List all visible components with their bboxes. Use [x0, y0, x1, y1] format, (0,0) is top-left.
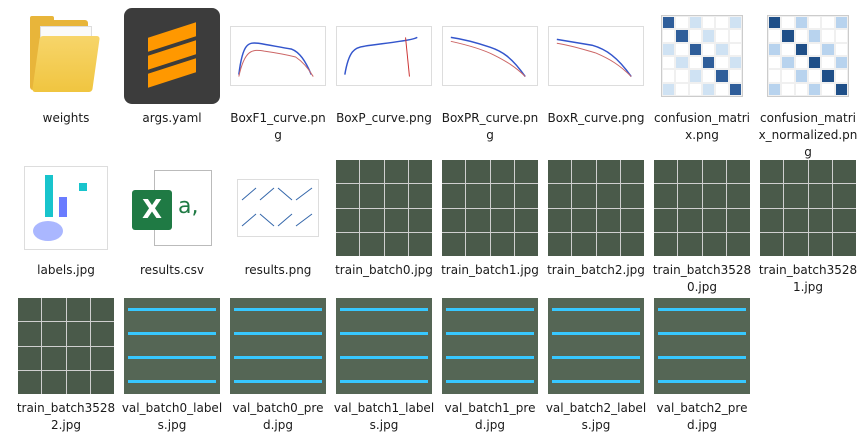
file-label: labels.jpg: [37, 263, 95, 277]
results-icon: [230, 160, 326, 256]
chart-icon: [230, 8, 326, 104]
file-item-train-batch35280[interactable]: train_batch35280.jpg: [649, 160, 755, 296]
mosaic-icon: [654, 160, 750, 256]
mosaic-icon: [548, 160, 644, 256]
file-item-val-batch2-labels[interactable]: val_batch2_labels.jpg: [543, 298, 649, 434]
chart-icon: [548, 8, 644, 104]
file-grid: weights args.yaml BoxF1_curve.png BoxP_c…: [0, 0, 857, 435]
file-item-val-batch1-pred[interactable]: val_batch1_pred.jpg: [437, 298, 543, 434]
file-label: args.yaml: [142, 111, 202, 125]
file-item-results-png[interactable]: results.png: [225, 160, 331, 279]
file-item-boxf1[interactable]: BoxF1_curve.png: [225, 8, 331, 144]
file-label: train_batch1.jpg: [441, 263, 539, 277]
file-label: val_batch0_pred.jpg: [232, 401, 324, 432]
labels-icon: [18, 160, 114, 256]
file-label: train_batch35281.jpg: [758, 263, 857, 294]
file-label: val_batch0_labels.jpg: [121, 401, 223, 432]
mosaic-icon: [760, 160, 856, 256]
file-item-train-batch2[interactable]: train_batch2.jpg: [543, 160, 649, 279]
chart-icon: [336, 8, 432, 104]
file-label: confusion_matrix_normalized.png: [758, 111, 857, 159]
file-item-labels[interactable]: labels.jpg: [13, 160, 119, 279]
file-label: train_batch0.jpg: [335, 263, 433, 277]
file-item-val-batch0-labels[interactable]: val_batch0_labels.jpg: [119, 298, 225, 434]
file-label: val_batch2_pred.jpg: [656, 401, 748, 432]
file-item-boxpr[interactable]: BoxPR_curve.png: [437, 8, 543, 144]
chart-icon: [442, 8, 538, 104]
confusion-icon: [654, 8, 750, 104]
sublime-icon: [124, 8, 220, 104]
file-item-train-batch35282[interactable]: train_batch35282.jpg: [13, 298, 119, 434]
file-item-train-batch0[interactable]: train_batch0.jpg: [331, 160, 437, 279]
file-item-weights[interactable]: weights: [13, 8, 119, 127]
val-icon: [336, 298, 432, 394]
val-icon: [124, 298, 220, 394]
file-item-results-csv[interactable]: X a, results.csv: [119, 160, 225, 279]
excel-icon: X a,: [124, 160, 220, 256]
file-label: val_batch2_labels.jpg: [545, 401, 647, 432]
val-icon: [654, 298, 750, 394]
file-item-val-batch2-pred[interactable]: val_batch2_pred.jpg: [649, 298, 755, 434]
file-label: BoxF1_curve.png: [230, 111, 326, 142]
file-label: results.csv: [140, 263, 204, 277]
file-item-boxr[interactable]: BoxR_curve.png: [543, 8, 649, 127]
file-label: train_batch35282.jpg: [16, 401, 116, 432]
file-item-val-batch0-pred[interactable]: val_batch0_pred.jpg: [225, 298, 331, 434]
file-label: val_batch1_pred.jpg: [444, 401, 536, 432]
file-label: train_batch2.jpg: [547, 263, 645, 277]
file-label: train_batch35280.jpg: [652, 263, 752, 294]
file-item-args-yaml[interactable]: args.yaml: [119, 8, 225, 127]
file-item-val-batch1-labels[interactable]: val_batch1_labels.jpg: [331, 298, 437, 434]
file-item-train-batch1[interactable]: train_batch1.jpg: [437, 160, 543, 279]
file-label: weights: [42, 111, 90, 125]
file-label: val_batch1_labels.jpg: [333, 401, 435, 432]
confusion-icon: [760, 8, 856, 104]
val-icon: [548, 298, 644, 394]
file-item-boxp[interactable]: BoxP_curve.png: [331, 8, 437, 127]
val-icon: [442, 298, 538, 394]
file-label: BoxP_curve.png: [336, 111, 432, 125]
val-icon: [230, 298, 326, 394]
file-label: confusion_matrix.png: [654, 111, 750, 142]
mosaic-icon: [336, 160, 432, 256]
file-label: BoxPR_curve.png: [441, 111, 539, 142]
file-item-confusion[interactable]: confusion_matrix.png: [649, 8, 755, 144]
file-item-train-batch35281[interactable]: train_batch35281.jpg: [755, 160, 857, 296]
mosaic-icon: [442, 160, 538, 256]
file-label: BoxR_curve.png: [547, 111, 645, 125]
mosaic-icon: [18, 298, 114, 394]
file-item-confusion-normalized[interactable]: confusion_matrix_normalized.png: [755, 8, 857, 161]
file-label: results.png: [244, 263, 312, 277]
folder-icon: [18, 8, 114, 104]
